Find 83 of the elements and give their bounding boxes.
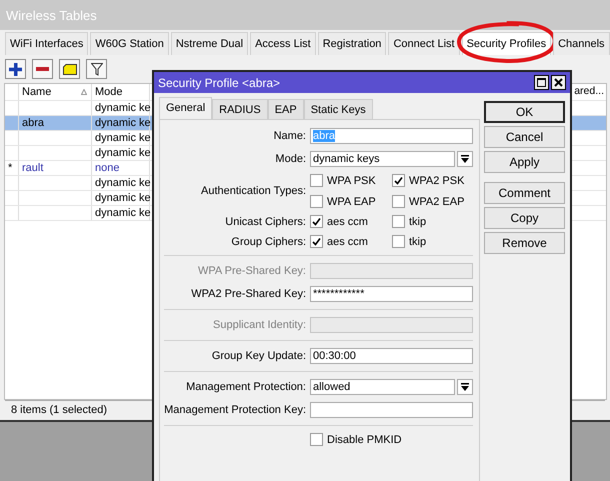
tab[interactable]: W60G Station: [90, 32, 169, 55]
tab[interactable]: General: [159, 97, 212, 119]
table-cell: dynamic ke: [92, 101, 150, 115]
field-label: Group Ciphers:: [230, 236, 306, 248]
checkbox[interactable]: [310, 235, 323, 248]
close-icon: [554, 78, 563, 87]
tab[interactable]: Static Keys: [304, 99, 373, 119]
checkbox[interactable]: [392, 195, 405, 208]
dialog-button[interactable]: Copy: [484, 207, 565, 229]
dialog-title: Security Profile <abra>: [158, 76, 282, 90]
close-button[interactable]: [551, 75, 566, 90]
dropdown-button[interactable]: [457, 379, 473, 395]
remove-button[interactable]: [32, 59, 53, 79]
table-cell: dynamic ke: [92, 176, 150, 190]
field-label: Mode:: [274, 153, 306, 165]
tab[interactable]: Access List: [250, 32, 316, 55]
dialog-button[interactable]: OK: [484, 101, 565, 123]
comment-button[interactable]: [59, 59, 80, 79]
table-cell: abra: [19, 116, 92, 130]
checkbox-label: aes ccm: [327, 216, 368, 228]
dialog-button[interactable]: Remove: [484, 232, 565, 254]
table-cell: dynamic ke: [92, 146, 150, 160]
column-header[interactable]: Name: [22, 85, 52, 99]
select-field[interactable]: dynamic keys: [310, 151, 455, 167]
checkbox-label: tkip: [409, 236, 426, 248]
table-cell: none: [92, 161, 150, 175]
checkbox-label: aes ccm: [327, 236, 368, 248]
checkbox-label: tkip: [409, 216, 426, 228]
input-field[interactable]: ************: [310, 286, 473, 302]
tab[interactable]: Nstreme Dual: [170, 32, 248, 55]
checkbox[interactable]: [392, 235, 405, 248]
maximize-button[interactable]: [534, 75, 549, 90]
dialog-button[interactable]: Cancel: [484, 126, 565, 148]
column-header[interactable]: Mode: [95, 85, 123, 99]
field-label: Authentication Types:: [200, 185, 306, 197]
field-label: WPA Pre-Shared Key:: [196, 265, 306, 277]
dialog-button[interactable]: Apply: [484, 151, 565, 173]
table-cell: *: [5, 161, 19, 175]
plus-icon: [9, 62, 22, 76]
field-label: Management Protection:: [185, 381, 306, 393]
table-cell: rault: [19, 161, 92, 175]
table-cell: dynamic ke: [92, 116, 150, 130]
tab[interactable]: WiFi Interfaces: [5, 32, 88, 55]
add-button[interactable]: [5, 59, 26, 79]
table-cell: dynamic ke: [92, 206, 150, 220]
tab[interactable]: Channels: [553, 32, 610, 55]
checkbox[interactable]: [310, 195, 323, 208]
field-label: WPA2 Pre-Shared Key:: [190, 288, 306, 300]
input-field[interactable]: [310, 402, 473, 418]
caret-icon: [461, 155, 469, 163]
input-field[interactable]: 00:30:00: [310, 348, 473, 364]
select-field[interactable]: allowed: [310, 379, 455, 395]
minus-icon: [36, 67, 49, 71]
tab[interactable]: EAP: [268, 99, 304, 119]
checkbox[interactable]: [310, 215, 323, 228]
checkbox[interactable]: [310, 174, 323, 187]
dropdown-button[interactable]: [457, 151, 473, 167]
column-header[interactable]: ared...: [574, 84, 606, 100]
checkbox-label: WPA2 PSK: [409, 174, 464, 186]
checkbox-label: Disable PMKID: [327, 434, 402, 446]
checkbox[interactable]: [392, 174, 405, 187]
table-cell: dynamic ke: [92, 191, 150, 205]
caret-icon: [461, 383, 469, 391]
tab[interactable]: RADIUS: [212, 99, 268, 119]
dialog-button[interactable]: Comment: [484, 182, 565, 204]
field-label: Supplicant Identity:: [212, 319, 306, 331]
checkbox[interactable]: [392, 215, 405, 228]
checkbox-label: WPA PSK: [327, 174, 376, 186]
maximize-icon: [537, 78, 546, 87]
filter-icon: [90, 62, 102, 76]
field-label: Group Key Update:: [210, 350, 306, 362]
filter-button[interactable]: [86, 59, 107, 79]
tab[interactable]: Registration: [318, 32, 386, 55]
tab[interactable]: Security Profiles: [462, 32, 552, 55]
checkbox[interactable]: [310, 433, 323, 446]
checkbox-label: WPA2 EAP: [409, 196, 464, 208]
field-label: Management Protection Key:: [163, 404, 306, 416]
field-label: Name:: [272, 130, 306, 142]
checkbox-label: WPA EAP: [327, 196, 376, 208]
table-cell: dynamic ke: [92, 131, 150, 145]
note-icon: [62, 64, 76, 74]
tab[interactable]: Connect List: [388, 32, 460, 55]
field-label: Unicast Ciphers:: [224, 216, 306, 228]
